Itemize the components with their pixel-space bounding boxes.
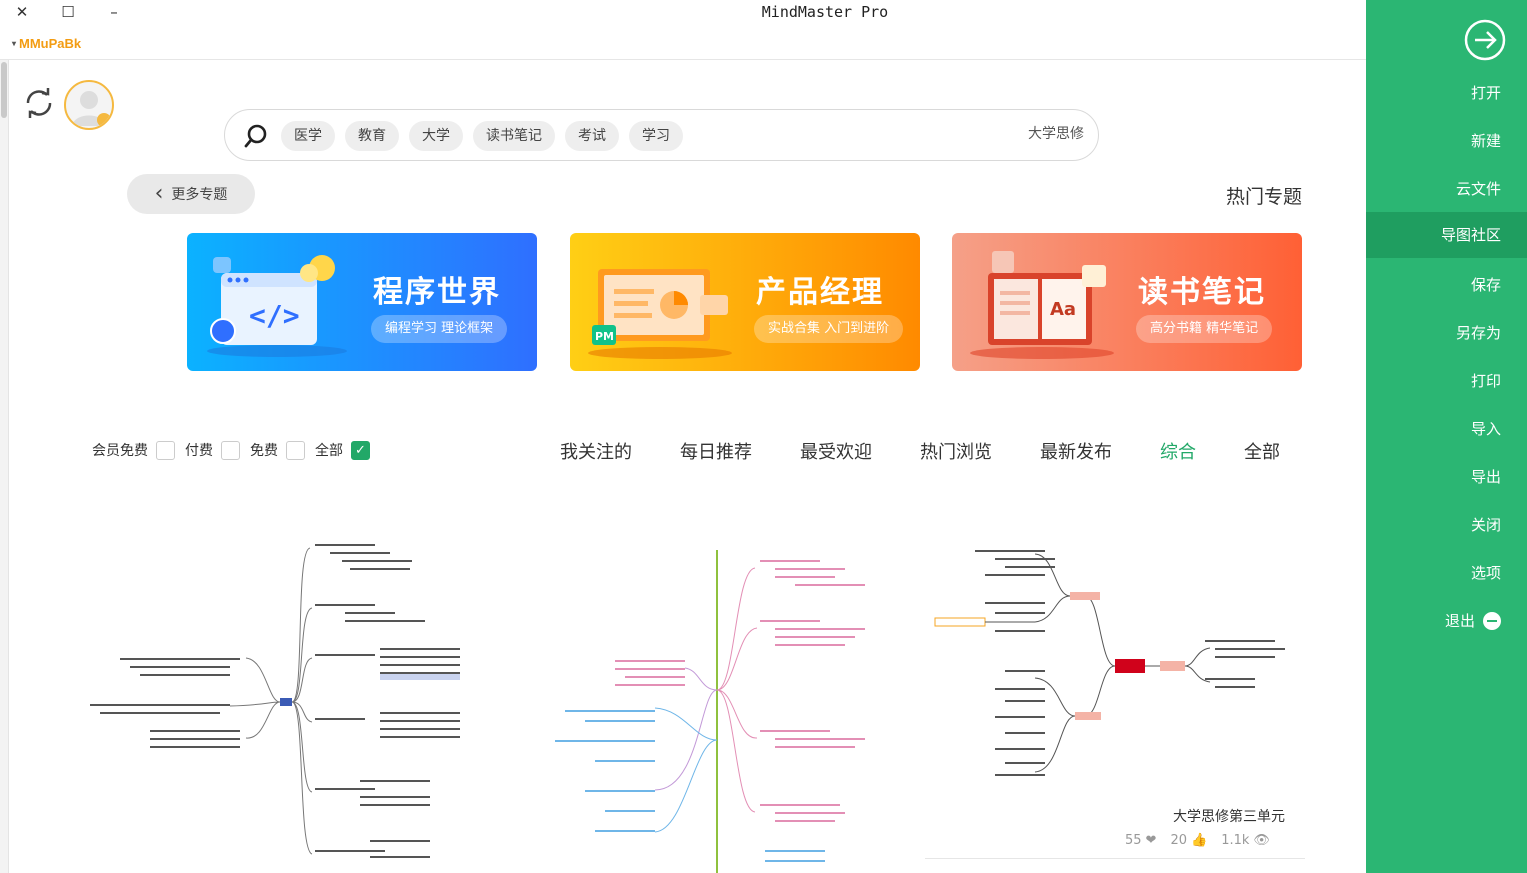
- search-icon[interactable]: [243, 123, 269, 149]
- tab-all[interactable]: 全部: [1244, 438, 1280, 464]
- sidebar-item-options[interactable]: 选项: [1366, 550, 1527, 596]
- price-filter-all[interactable]: 全部 ✓: [315, 440, 370, 460]
- likes-count: 20: [1170, 833, 1187, 848]
- price-filter-label: 免费: [250, 443, 278, 459]
- mindmap-card[interactable]: [80, 540, 470, 873]
- favorites-stat: 55 ❤: [1125, 833, 1156, 848]
- price-filter-free[interactable]: 免费: [250, 440, 305, 460]
- account-menu[interactable]: ▾ MMuPaBk: [12, 36, 81, 51]
- tab-daily[interactable]: 每日推荐: [680, 438, 752, 464]
- tab-popular[interactable]: 最受欢迎: [800, 438, 872, 464]
- mindmap-thumbnail: [90, 544, 460, 858]
- file-sidebar: 打开 新建 云文件 导图社区 保存 另存为 打印 导入 导出 关闭 选项 退出: [1366, 0, 1527, 873]
- price-filter: 会员免费 付费 免费 全部 ✓: [92, 440, 370, 460]
- card-title: 大学思修第三单元: [1173, 809, 1285, 825]
- sidebar-item-save-as[interactable]: 另存为: [1366, 310, 1527, 356]
- sidebar-item-import[interactable]: 导入: [1366, 406, 1527, 452]
- banner-title: 产品经理: [756, 275, 884, 310]
- account-name: MMuPaBk: [19, 36, 82, 51]
- svg-text:Aa: Aa: [1050, 299, 1076, 320]
- mindmap-thumbnail: [555, 550, 865, 873]
- refresh-icon[interactable]: [20, 84, 58, 122]
- topic-banner-product-manager[interactable]: PM 产品经理 实战合集 入门到进阶: [570, 233, 920, 371]
- topic-banner-reading-notes[interactable]: Aa 读书笔记 高分书籍 精华笔记: [952, 233, 1302, 371]
- favorites-count: 55: [1125, 833, 1142, 848]
- more-topics-button[interactable]: ‹ 更多专题: [127, 174, 255, 214]
- code-window-icon: </>: [207, 255, 347, 357]
- hot-topics-heading: 热门专题: [1225, 186, 1302, 208]
- svg-text:PM: PM: [595, 330, 614, 343]
- tab-latest[interactable]: 最新发布: [1040, 438, 1112, 464]
- card-divider: [925, 858, 1305, 859]
- price-filter-label: 全部: [315, 443, 343, 459]
- sidebar-item-export[interactable]: 导出: [1366, 454, 1527, 500]
- sidebar-item-community[interactable]: 导图社区: [1366, 212, 1527, 258]
- mindmap-thumbnail: [934, 550, 1285, 776]
- app-title: MindMaster Pro: [761, 3, 889, 21]
- checkbox[interactable]: [156, 440, 175, 460]
- avatar[interactable]: [64, 80, 114, 130]
- exit-icon: [1483, 612, 1501, 630]
- sidebar-item-new[interactable]: 新建: [1366, 118, 1527, 164]
- banner-subtitle: 编程学习 理论框架: [371, 315, 508, 343]
- views-stat: 1.1k 👁: [1221, 833, 1270, 848]
- search-tag[interactable]: 教育: [345, 121, 399, 151]
- tab-hot[interactable]: 热门浏览: [920, 438, 992, 464]
- more-topics-label: 更多专题: [171, 187, 228, 203]
- search-tag[interactable]: 读书笔记: [473, 121, 555, 151]
- vip-badge-icon: [97, 113, 111, 127]
- mindmap-card[interactable]: [505, 540, 885, 873]
- svg-text:</>: </>: [249, 299, 300, 332]
- topic-banner-programming[interactable]: </> 程序世界 编程学习 理论框架: [187, 233, 537, 371]
- banner-title: 读书笔记: [1138, 275, 1266, 310]
- title-bar: ✕ ☐ – MindMaster Pro ▾ MMuPaBk: [0, 0, 1366, 60]
- back-arrow-icon[interactable]: [1463, 18, 1507, 62]
- checkbox[interactable]: [221, 440, 240, 460]
- heart-icon: ❤: [1145, 833, 1157, 848]
- mindmap-card[interactable]: 大学思修第三单元 55 ❤ 20 👍 1.1k 👁: [925, 540, 1305, 873]
- tab-following[interactable]: 我关注的: [560, 438, 632, 464]
- price-filter-paid[interactable]: 付费: [185, 440, 240, 460]
- eye-icon: 👁: [1253, 833, 1270, 848]
- banner-subtitle: 实战合集 入门到进阶: [754, 315, 904, 343]
- mindmaster-window: ✕ ☐ – MindMaster Pro ▾ MMuPaBk 医学 教育 大学: [0, 0, 1527, 873]
- thumbs-up-icon: 👍: [1191, 833, 1208, 848]
- scrollbar-thumb[interactable]: [1, 62, 7, 118]
- sidebar-item-open[interactable]: 打开: [1366, 70, 1527, 116]
- chevron-down-icon: ▾: [12, 39, 17, 48]
- presentation-icon: PM: [588, 269, 732, 359]
- filter-tabs: 我关注的 每日推荐 最受欢迎 热门浏览 最新发布 综合 全部: [560, 438, 1280, 464]
- tab-comprehensive[interactable]: 综合: [1160, 438, 1196, 464]
- sidebar-item-print[interactable]: 打印: [1366, 358, 1527, 404]
- likes-stat: 20 👍: [1170, 833, 1207, 848]
- sidebar-item-exit[interactable]: 退出: [1366, 598, 1527, 644]
- views-count: 1.1k: [1221, 833, 1250, 848]
- sidebar-item-cloud[interactable]: 云文件: [1366, 166, 1527, 212]
- sidebar-item-close[interactable]: 关闭: [1366, 502, 1527, 548]
- card-stats: 55 ❤ 20 👍 1.1k 👁: [1125, 833, 1270, 848]
- search-tag[interactable]: 考试: [565, 121, 619, 151]
- search-tag[interactable]: 学习: [629, 121, 683, 151]
- exit-label: 退出: [1444, 612, 1475, 630]
- banner-subtitle: 高分书籍 精华笔记: [1136, 315, 1273, 343]
- search-tag[interactable]: 大学: [409, 121, 463, 151]
- vertical-scrollbar[interactable]: [0, 60, 9, 873]
- sidebar-item-save[interactable]: 保存: [1366, 262, 1527, 308]
- checkbox-checked[interactable]: ✓: [351, 440, 370, 460]
- check-icon: ✓: [355, 442, 366, 458]
- price-filter-label: 会员免费: [92, 443, 148, 459]
- price-filter-label: 付费: [185, 443, 213, 459]
- price-filter-member-free[interactable]: 会员免费: [92, 440, 175, 460]
- checkbox[interactable]: [286, 440, 305, 460]
- banner-title: 程序世界: [373, 275, 501, 310]
- search-input[interactable]: [954, 125, 1084, 141]
- search-tag[interactable]: 医学: [281, 121, 335, 151]
- chevron-left-icon: ‹: [154, 181, 164, 206]
- search-bar: 医学 教育 大学 读书笔记 考试 学习: [224, 109, 1099, 161]
- book-icon: Aa: [970, 251, 1114, 359]
- search-tag-list: 医学 教育 大学 读书笔记 考试 学习: [281, 121, 683, 151]
